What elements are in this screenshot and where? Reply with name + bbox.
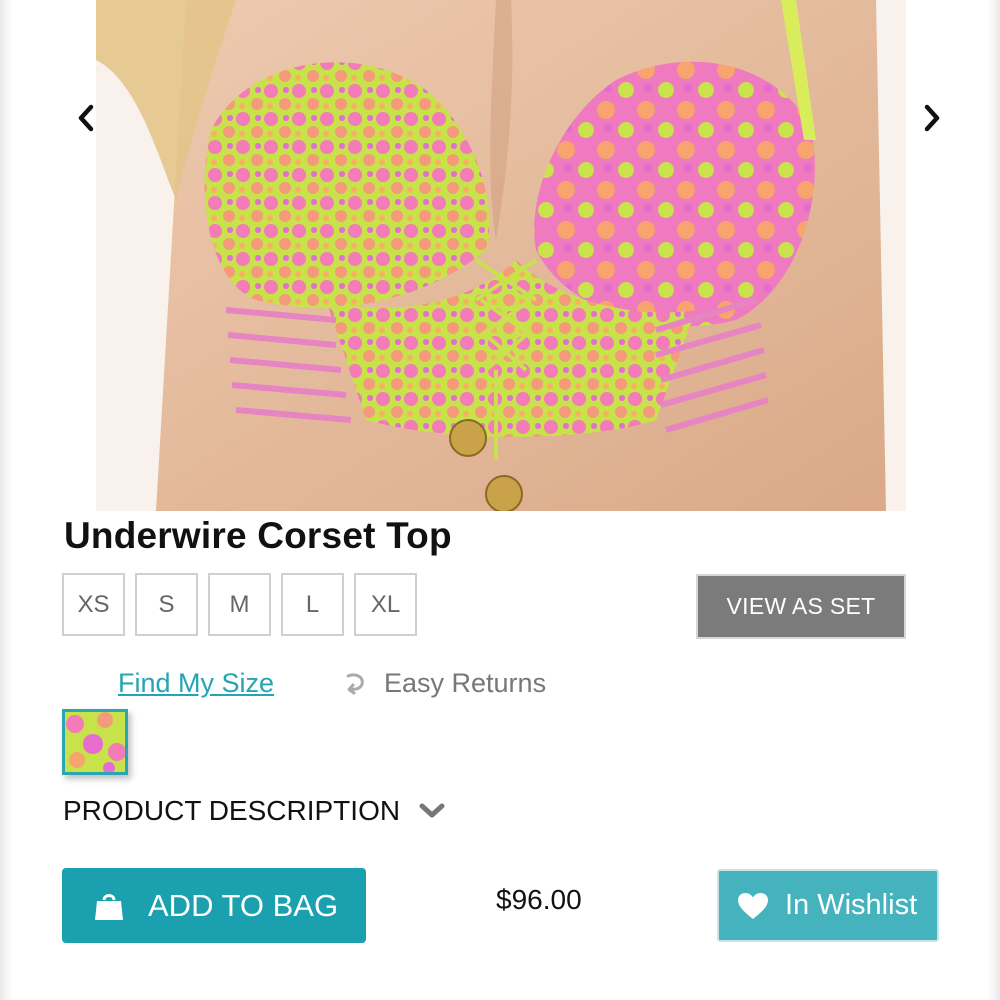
size-option-xl[interactable]: XL (354, 573, 417, 636)
wishlist-label: In Wishlist (785, 889, 918, 921)
easy-returns-link[interactable]: Easy Returns (340, 668, 546, 699)
chevron-right-icon (924, 104, 940, 132)
chevron-left-icon (78, 104, 94, 132)
return-arrow-icon (346, 673, 364, 694)
product-description-label: PRODUCT DESCRIPTION (63, 795, 401, 826)
color-swatch-pattern (65, 712, 125, 772)
find-my-size-link[interactable]: Find My Size (118, 668, 274, 699)
product-page: Underwire Corset Top XS S M L XL VIEW AS… (0, 0, 1000, 1000)
size-option-m[interactable]: M (208, 573, 271, 636)
product-title: Underwire Corset Top (64, 515, 452, 556)
left-edge-shadow (0, 0, 12, 1000)
color-swatch[interactable] (62, 709, 128, 775)
carousel-next-button[interactable] (912, 98, 952, 138)
right-edge-shadow (988, 0, 1000, 1000)
product-price: $96.00 (496, 884, 582, 915)
product-photo-illustration (96, 0, 906, 511)
size-option-s[interactable]: S (135, 573, 198, 636)
size-option-xs[interactable]: XS (62, 573, 125, 636)
easy-returns-label: Easy Returns (384, 668, 547, 698)
add-to-bag-label: ADD TO BAG (148, 887, 339, 923)
product-image (96, 0, 906, 511)
chevron-down-icon (419, 803, 445, 818)
heart-icon (738, 892, 768, 919)
wishlist-button[interactable]: In Wishlist (717, 869, 939, 942)
size-option-l[interactable]: L (281, 573, 344, 636)
carousel-prev-button[interactable] (66, 98, 106, 138)
shopping-bag-icon (95, 893, 123, 920)
size-selector: XS S M L XL (62, 573, 417, 636)
add-to-bag-button[interactable]: ADD TO BAG (62, 868, 366, 943)
product-description-toggle[interactable]: PRODUCT DESCRIPTION (63, 795, 446, 827)
view-as-set-button[interactable]: VIEW AS SET (696, 574, 906, 639)
